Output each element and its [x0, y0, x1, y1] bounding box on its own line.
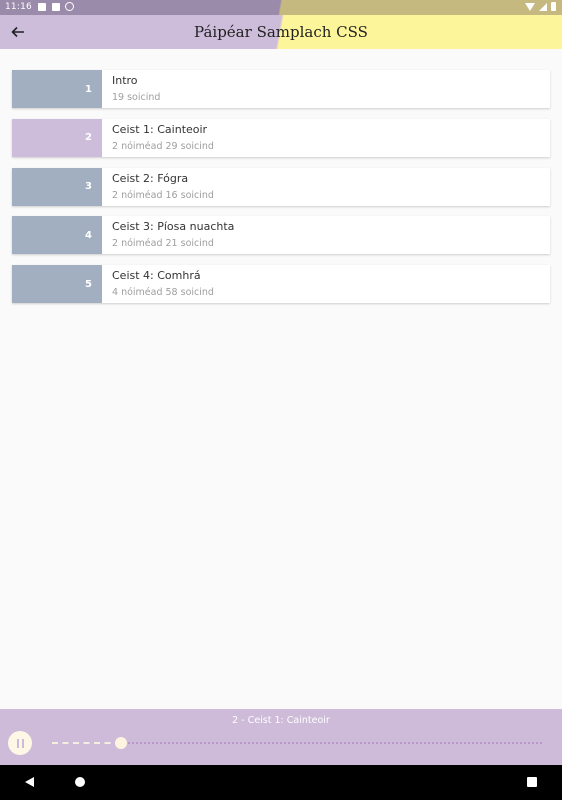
track-number: 4 — [12, 216, 102, 255]
notification-icon — [38, 3, 46, 11]
track-number: 1 — [12, 70, 102, 108]
status-bar: 11:16 — [0, 0, 562, 15]
track-duration: 4 nóiméad 58 soicind — [112, 287, 214, 299]
seek-remaining — [120, 742, 542, 744]
audio-player: 2 - Ceist 1: Cainteoir — [0, 709, 562, 765]
track-title: Ceist 3: Píosa nuachta — [112, 220, 235, 234]
wifi-icon — [525, 2, 535, 11]
track-number: 2 — [12, 118, 102, 157]
track-title: Ceist 1: Cainteoir — [112, 122, 208, 136]
seek-slider[interactable] — [52, 737, 542, 749]
track-number: 3 — [12, 167, 102, 206]
at-sign-icon — [65, 2, 74, 11]
app-toolbar: Páipéar Samplach CSS — [0, 15, 562, 49]
track-duration: 2 nóiméad 21 soicind — [112, 238, 214, 250]
nav-recents-icon[interactable] — [527, 777, 537, 787]
track-row-4[interactable]: 4 Ceist 3: Píosa nuachta 2 nóiméad 21 so… — [12, 216, 550, 255]
pause-button[interactable] — [8, 731, 32, 755]
nav-home-icon[interactable] — [75, 777, 85, 787]
nav-back-icon[interactable] — [25, 777, 34, 787]
track-title: Ceist 4: Comhrá — [112, 269, 201, 283]
track-title: Intro — [112, 74, 138, 87]
track-row-2[interactable]: 2 Ceist 1: Cainteoir 2 nóiméad 29 soicin… — [12, 118, 550, 157]
track-row-1[interactable]: 1 Intro 19 soicind — [12, 70, 550, 108]
track-list: 1 Intro 19 soicind 2 Ceist 1: Cainteoir … — [12, 70, 550, 314]
track-row-5[interactable]: 5 Ceist 4: Comhrá 4 nóiméad 58 soicind — [12, 265, 550, 304]
battery-icon — [551, 2, 556, 11]
seek-played — [52, 742, 121, 744]
status-right-icons — [525, 2, 556, 11]
track-duration: 19 soicind — [112, 92, 161, 103]
pause-icon — [16, 738, 19, 748]
system-nav-bar — [0, 765, 562, 800]
track-row-3[interactable]: 3 Ceist 2: Fógra 2 nóiméad 16 soicind — [12, 167, 550, 206]
sd-card-icon — [52, 3, 60, 11]
page-title: Páipéar Samplach CSS — [194, 23, 368, 41]
now-playing-label: 2 - Ceist 1: Cainteoir — [232, 715, 330, 726]
track-number: 5 — [12, 265, 102, 304]
track-title: Ceist 2: Fógra — [112, 171, 189, 185]
status-time: 11:16 — [5, 2, 32, 12]
track-duration: 2 nóiméad 16 soicind — [112, 189, 214, 201]
track-duration: 2 nóiméad 29 soicind — [112, 140, 214, 152]
seek-thumb[interactable] — [114, 737, 127, 749]
signal-icon — [539, 2, 547, 11]
